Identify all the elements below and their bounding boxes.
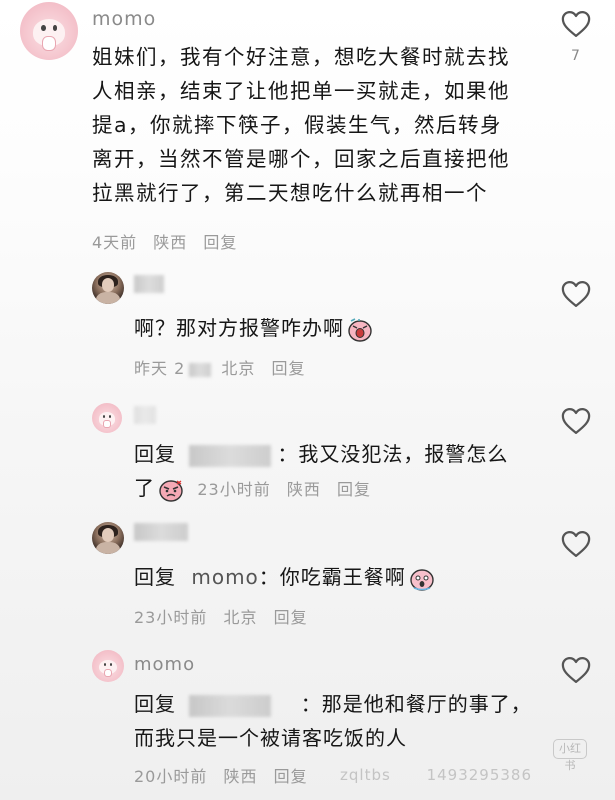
- like-icon[interactable]: [561, 10, 591, 38]
- blurred-username: [134, 405, 156, 424]
- blurred-mention[interactable]: [189, 694, 272, 717]
- comment-text: 姐妹们，我有个好注意，想吃大餐时就去找 人相亲，结束了让他把单一买就走，如果他 …: [92, 40, 562, 210]
- comment-username[interactable]: momo: [92, 8, 156, 30]
- reply-time: 昨天 2: [134, 359, 186, 378]
- avatar[interactable]: [92, 272, 124, 304]
- like-icon[interactable]: [561, 656, 591, 684]
- reply-prefix: 回复: [134, 565, 176, 589]
- reply-mention[interactable]: momo: [191, 565, 258, 589]
- reply-username-blurred[interactable]: [134, 521, 188, 541]
- blurred-username: [134, 522, 188, 541]
- reply-meta: 23小时前 陕西 回复: [197, 480, 371, 499]
- avatar[interactable]: [20, 2, 78, 60]
- reply-text-content: 了: [134, 476, 155, 500]
- reply-location: 陕西: [286, 480, 321, 499]
- avatar-hand: [103, 420, 111, 429]
- reply-location: 北京: [223, 608, 258, 627]
- reply-text-line2: 而我只是一个被请客吃饭的人: [134, 726, 407, 750]
- avatar-hand: [42, 35, 56, 51]
- avatar-head: [101, 277, 115, 292]
- reply-button[interactable]: 回复: [274, 767, 308, 786]
- avatar-eye: [40, 25, 46, 31]
- comment-line: 拉黑就行了，第二天想吃什么就再相一个: [92, 181, 488, 205]
- avatar-body: [95, 291, 121, 304]
- blurred-username: [134, 274, 164, 293]
- reply-location: 陕西: [223, 767, 258, 786]
- comment-time: 4天前: [92, 233, 138, 252]
- reply-time: 23小时前: [134, 608, 208, 627]
- watermark-id: 1493295386: [426, 766, 532, 784]
- reply-text-content: 啊？那对方报警咋办啊: [134, 316, 344, 340]
- comment-line: 姐妹们，我有个好注意，想吃大餐时就去找: [92, 45, 510, 69]
- avatar-eye: [52, 25, 58, 31]
- avatar-body: [95, 541, 121, 554]
- watermark-logo: 小红书: [553, 739, 587, 772]
- reply-button[interactable]: 回复: [271, 359, 305, 378]
- reply-text-line2: 了 23小时前 陕西 回复: [134, 471, 371, 507]
- reply-username-blurred[interactable]: [134, 404, 156, 424]
- avatar-hand: [104, 668, 112, 677]
- reply-meta: 20小时前 陕西 回复: [134, 763, 308, 787]
- reply-time: 23小时前: [197, 480, 271, 499]
- avatar[interactable]: [92, 522, 124, 554]
- avatar[interactable]: [92, 403, 122, 433]
- reply-button[interactable]: 回复: [337, 480, 371, 499]
- reply-username[interactable]: momo: [134, 654, 195, 675]
- shocked-emoji-icon: [409, 567, 435, 591]
- reply-meta: 23小时前 北京 回复: [134, 604, 308, 628]
- reply-text: 回复 ：那是他和餐厅的事了，: [134, 687, 532, 721]
- reply-prefix: 回复: [134, 692, 176, 716]
- like-icon[interactable]: [561, 407, 591, 435]
- comment-line: 离开，当然不管是哪个，回家之后直接把他: [92, 147, 510, 171]
- reply-text-content: ：我又没犯法，报警怎么: [277, 442, 509, 466]
- reply-button[interactable]: 回复: [274, 608, 308, 627]
- comment-line: 提a，你就摔下筷子，假装生气，然后转身: [92, 113, 503, 137]
- reply-text: 回复 ：我又没犯法，报警怎么: [134, 437, 508, 471]
- blurred-mention[interactable]: [189, 444, 272, 467]
- blurred-text: [189, 362, 212, 377]
- reply-text-content: ：那是他和餐厅的事了，: [300, 692, 532, 716]
- reply-meta: 昨天 2 北京 回复: [134, 355, 306, 379]
- avatar-head: [101, 527, 115, 542]
- reply-username-blurred[interactable]: [134, 273, 164, 293]
- like-count: 7: [571, 48, 580, 64]
- angry-emoji-icon: [158, 478, 184, 502]
- reply-text-content: ：你吃霸王餐啊: [258, 565, 406, 589]
- reply-prefix: 回复: [134, 442, 176, 466]
- reply-location: 北京: [221, 359, 256, 378]
- comment-meta: 4天前 陕西 回复: [92, 229, 237, 253]
- reply-text: 回复 momo：你吃霸王餐啊: [134, 560, 435, 594]
- reply-text: 啊？那对方报警咋办啊: [134, 311, 373, 345]
- watermark-text: zqltbs 1493295386: [340, 766, 532, 784]
- reply-time: 20小时前: [134, 767, 208, 786]
- like-icon[interactable]: [561, 530, 591, 558]
- avatar[interactable]: [92, 650, 124, 682]
- watermark-handle: zqltbs: [340, 766, 391, 784]
- like-icon[interactable]: [561, 280, 591, 308]
- crying-emoji-icon: [347, 317, 373, 342]
- comment-line: 人相亲，结束了让他把单一买就走，如果他: [92, 79, 510, 103]
- reply-button[interactable]: 回复: [203, 233, 237, 252]
- avatar-eye: [103, 662, 107, 666]
- comment-location: 陕西: [153, 233, 188, 252]
